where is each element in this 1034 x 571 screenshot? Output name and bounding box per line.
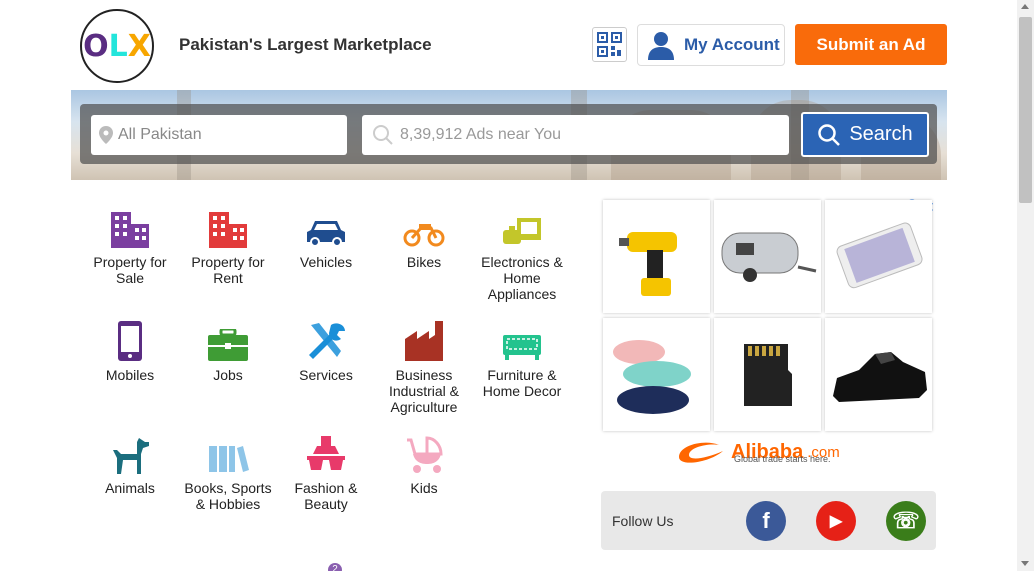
scrollbar-thumb[interactable] [1019, 17, 1032, 203]
alibaba-logo[interactable]: Alibaba .com Global trade starts here. [675, 437, 840, 467]
logo-letter-o: O [83, 28, 109, 64]
category-jobs[interactable]: Jobs [179, 321, 277, 383]
submit-ad-button[interactable]: Submit an Ad [795, 24, 947, 65]
category-property-for-rent[interactable]: Property for Rent [179, 208, 277, 286]
my-account-button[interactable]: My Account [637, 24, 785, 66]
app-button[interactable]: ☏ [886, 501, 926, 541]
category-electronics[interactable]: Electronics & Home Appliances [473, 208, 571, 302]
smartphone-image [836, 222, 923, 288]
facebook-icon: f [762, 508, 770, 533]
ad-tile-shoe[interactable] [825, 318, 932, 431]
follow-us-label: Follow Us [612, 513, 674, 529]
category-label: Property for Sale [93, 254, 167, 286]
sofa-icon [500, 321, 544, 361]
category-furniture[interactable]: Furniture & Home Decor [473, 321, 571, 399]
location-pin-icon [99, 126, 113, 144]
category-label: Mobiles [105, 367, 155, 383]
tools-icon [304, 321, 348, 361]
category-services[interactable]: Services [277, 321, 375, 383]
category-books-sports[interactable]: Books, Sports & Hobbies [179, 434, 277, 512]
motorbike-icon [402, 208, 446, 248]
search-input[interactable]: 8,39,912 Ads near You [362, 115, 789, 155]
search-button-label: Search [849, 123, 913, 145]
page-scrollbar[interactable] [1017, 0, 1034, 571]
shoe-image [832, 351, 927, 402]
category-label: Property for Rent [191, 254, 265, 286]
factory-icon [402, 321, 446, 361]
youtube-button[interactable]: ▶ [816, 501, 856, 541]
user-icon [648, 32, 674, 60]
car-icon [304, 208, 348, 248]
ad-tile-sleep-mask[interactable] [603, 318, 710, 431]
trailer-image [721, 232, 816, 282]
logo-letter-l: L [108, 28, 128, 64]
category-kids[interactable]: Kids [375, 434, 473, 496]
category-label: Business Industrial & Agriculture [388, 367, 460, 415]
category-animals[interactable]: Animals [81, 434, 179, 496]
olx-logo[interactable]: OLX [80, 9, 154, 83]
qr-code-icon [597, 32, 622, 57]
search-placeholder: 8,39,912 Ads near You [400, 126, 562, 143]
search-icon [818, 123, 841, 146]
bottom-badge: 2 [328, 563, 342, 571]
category-label: Electronics & Home Appliances [481, 254, 563, 302]
my-account-label: My Account [684, 35, 780, 54]
category-label: Vehicles [299, 254, 353, 270]
drill-image [618, 231, 677, 296]
ad-tile-drill[interactable] [603, 200, 710, 313]
qr-code-button[interactable] [592, 27, 627, 62]
alibaba-mark-icon [679, 442, 723, 463]
category-label: Kids [410, 480, 438, 496]
app-icon: ☏ [892, 508, 920, 533]
location-input[interactable]: All Pakistan [91, 115, 347, 155]
category-label: Animals [105, 480, 155, 496]
books-icon [206, 434, 250, 474]
ad-tile-sd-card[interactable] [714, 318, 821, 431]
appliance-icon [500, 208, 544, 248]
sd-card-image [743, 343, 792, 406]
page: OLX Pakistan's Largest Marketplace My Ac… [0, 0, 1034, 571]
building-icon [206, 208, 250, 248]
alibaba-slogan: Global trade starts here. [734, 454, 831, 464]
category-label: Furniture & Home Decor [482, 367, 562, 399]
scroll-up-arrow-icon[interactable] [1021, 4, 1029, 9]
logo-letter-x: X [127, 28, 151, 64]
stroller-icon [402, 434, 446, 474]
category-label: Jobs [213, 367, 243, 383]
category-vehicles[interactable]: Vehicles [277, 208, 375, 270]
ad-tile-trailer[interactable] [714, 200, 821, 313]
category-property-for-sale[interactable]: Property for Sale [81, 208, 179, 286]
category-fashion[interactable]: Fashion & Beauty [277, 434, 375, 512]
category-label: Books, Sports & Hobbies [184, 480, 272, 512]
search-icon [373, 125, 393, 145]
phone-icon [108, 321, 152, 361]
briefcase-icon [206, 321, 250, 361]
ad-tile-smartphone[interactable] [825, 200, 932, 313]
follow-us-panel: Follow Us f ▶ ☏ [601, 491, 936, 550]
scroll-down-arrow-icon[interactable] [1021, 561, 1029, 566]
site-tagline: Pakistan's Largest Marketplace [179, 35, 432, 54]
building-icon [108, 208, 152, 248]
category-label: Services [299, 367, 353, 383]
facebook-button[interactable]: f [746, 501, 786, 541]
category-label: Bikes [406, 254, 442, 270]
category-business[interactable]: Business Industrial & Agriculture [375, 321, 473, 415]
category-mobiles[interactable]: Mobiles [81, 321, 179, 383]
fashion-icon [304, 434, 348, 474]
search-button[interactable]: Search [801, 112, 929, 157]
youtube-icon: ▶ [829, 513, 843, 530]
category-label: Fashion & Beauty [294, 480, 358, 512]
category-bikes[interactable]: Bikes [375, 208, 473, 270]
sleep-mask-image [613, 339, 691, 414]
location-placeholder: All Pakistan [118, 126, 202, 143]
dog-icon [108, 434, 152, 474]
